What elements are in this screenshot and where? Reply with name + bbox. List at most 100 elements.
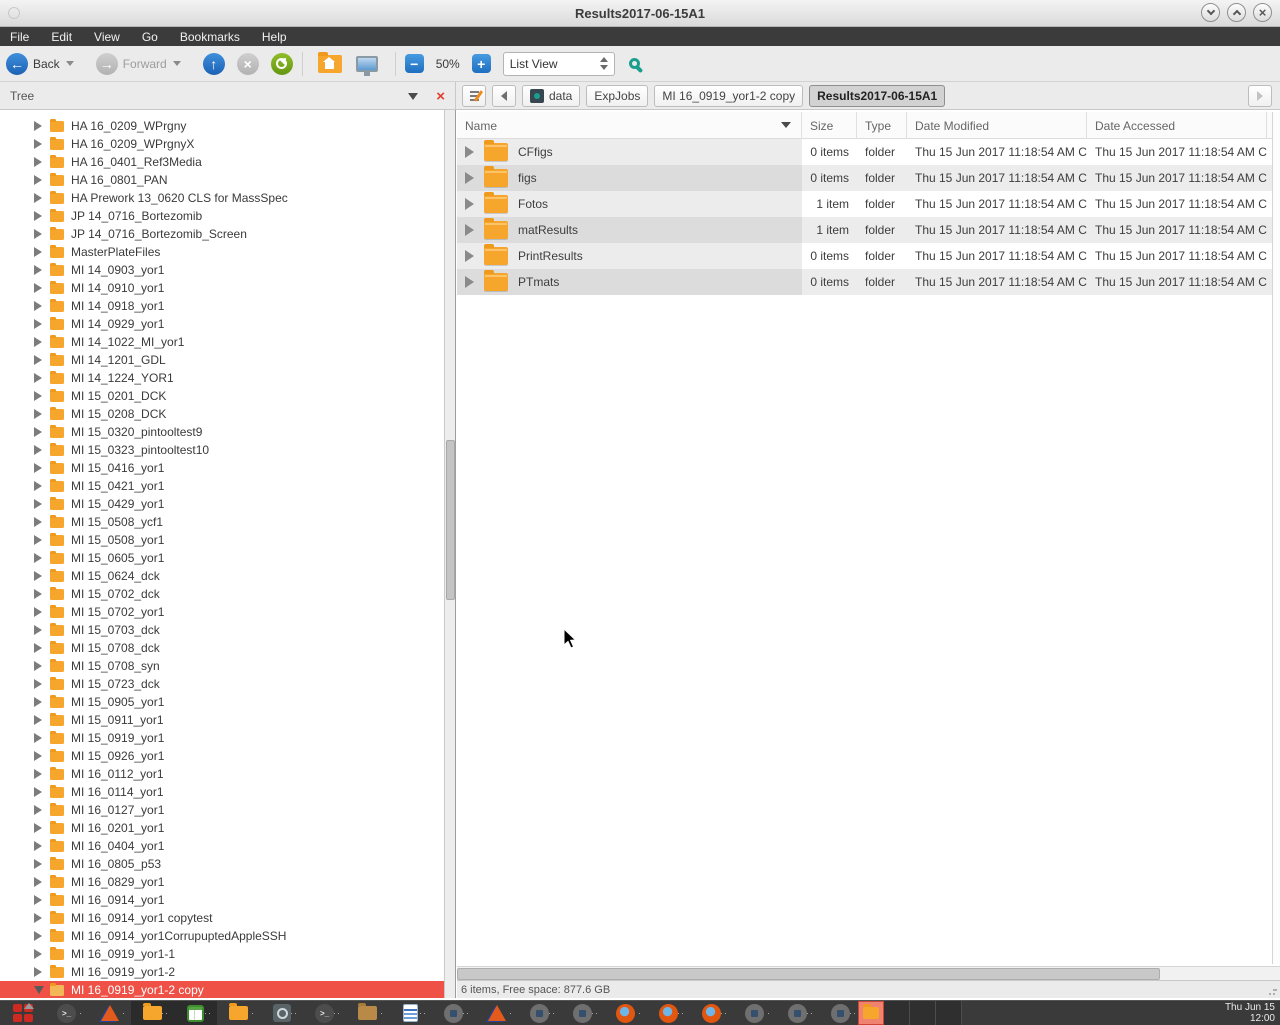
tree-item[interactable]: MI 14_0910_yor1 bbox=[0, 279, 445, 297]
tree-item[interactable]: MI 16_0114_yor1 bbox=[0, 783, 445, 801]
expander-closed-icon[interactable] bbox=[34, 697, 42, 707]
window-close-button[interactable]: × bbox=[1253, 3, 1272, 22]
forward-button[interactable]: → bbox=[96, 53, 118, 75]
workspace-cell[interactable] bbox=[910, 1001, 936, 1025]
expander-closed-icon[interactable] bbox=[465, 276, 474, 288]
expander-closed-icon[interactable] bbox=[465, 224, 474, 236]
path-scroll-right-button[interactable] bbox=[1248, 85, 1272, 107]
expander-closed-icon[interactable] bbox=[34, 805, 42, 815]
taskbar-item[interactable]: · bbox=[88, 1001, 131, 1025]
expander-closed-icon[interactable] bbox=[34, 553, 42, 563]
tree-item[interactable]: MI 15_0508_yor1 bbox=[0, 531, 445, 549]
home-button[interactable] bbox=[318, 55, 342, 73]
taskbar-clock[interactable]: Thu Jun 15 12:00 bbox=[1225, 1002, 1275, 1024]
column-header-size[interactable]: Size bbox=[802, 112, 857, 139]
expander-closed-icon[interactable] bbox=[34, 337, 42, 347]
expander-closed-icon[interactable] bbox=[34, 409, 42, 419]
expander-closed-icon[interactable] bbox=[34, 229, 42, 239]
file-list-vertical-scrollbar[interactable] bbox=[1272, 112, 1280, 964]
tree-item[interactable]: MI 15_0723_dck bbox=[0, 675, 445, 693]
tree-item[interactable]: MI 16_0914_yor1CorrupuptedAppleSSH bbox=[0, 927, 445, 945]
cancel-button[interactable]: × bbox=[237, 53, 259, 75]
expander-closed-icon[interactable] bbox=[34, 859, 42, 869]
expander-closed-icon[interactable] bbox=[34, 967, 42, 977]
back-button[interactable]: ← bbox=[6, 53, 28, 75]
expander-closed-icon[interactable] bbox=[34, 265, 42, 275]
expander-closed-icon[interactable] bbox=[34, 931, 42, 941]
expander-closed-icon[interactable] bbox=[34, 841, 42, 851]
tree-item[interactable]: HA 16_0801_PAN bbox=[0, 171, 445, 189]
workspace-cell[interactable] bbox=[858, 1001, 884, 1025]
taskbar-item[interactable]: ·· bbox=[518, 1001, 561, 1025]
refresh-button[interactable] bbox=[271, 53, 293, 75]
tree-item[interactable]: MI 14_0929_yor1 bbox=[0, 315, 445, 333]
taskbar-item[interactable]: ·· bbox=[690, 1001, 733, 1025]
expander-closed-icon[interactable] bbox=[34, 373, 42, 383]
back-label[interactable]: Back bbox=[33, 57, 60, 71]
column-header-type[interactable]: Type bbox=[857, 112, 907, 139]
window-menu-icon[interactable] bbox=[8, 7, 20, 19]
expander-closed-icon[interactable] bbox=[34, 823, 42, 833]
expander-closed-icon[interactable] bbox=[34, 139, 42, 149]
taskbar-item[interactable]: ·· bbox=[561, 1001, 604, 1025]
expander-closed-icon[interactable] bbox=[34, 481, 42, 491]
expander-closed-icon[interactable] bbox=[34, 949, 42, 959]
expander-closed-icon[interactable] bbox=[34, 715, 42, 725]
taskbar-item[interactable]: ·· bbox=[819, 1001, 862, 1025]
expander-closed-icon[interactable] bbox=[34, 535, 42, 545]
expander-closed-icon[interactable] bbox=[34, 121, 42, 131]
taskbar-item[interactable]: ·· bbox=[432, 1001, 475, 1025]
path-segment-button[interactable]: Results2017-06-15A1 bbox=[809, 85, 945, 107]
file-row[interactable]: PTmats0 itemsfolderThu 15 Jun 2017 11:18… bbox=[457, 269, 1280, 295]
zoom-out-button[interactable]: − bbox=[405, 54, 424, 73]
search-button[interactable] bbox=[629, 58, 640, 69]
expander-closed-icon[interactable] bbox=[34, 283, 42, 293]
expander-closed-icon[interactable] bbox=[34, 157, 42, 167]
sort-descending-icon[interactable] bbox=[781, 122, 791, 128]
tree-item[interactable]: MI 16_0201_yor1 bbox=[0, 819, 445, 837]
menu-edit[interactable]: Edit bbox=[51, 30, 72, 44]
window-shade-button[interactable] bbox=[1201, 3, 1220, 22]
expander-closed-icon[interactable] bbox=[34, 625, 42, 635]
tree-item[interactable]: MI 16_0914_yor1 bbox=[0, 891, 445, 909]
tree-item[interactable]: MI 15_0605_yor1 bbox=[0, 549, 445, 567]
menu-help[interactable]: Help bbox=[262, 30, 287, 44]
tree-item[interactable]: MI 15_0702_yor1 bbox=[0, 603, 445, 621]
expander-closed-icon[interactable] bbox=[34, 427, 42, 437]
expander-closed-icon[interactable] bbox=[465, 198, 474, 210]
file-list-horizontal-scrollbar[interactable] bbox=[457, 966, 1280, 980]
workspace-cell[interactable] bbox=[884, 1001, 910, 1025]
menu-bookmarks[interactable]: Bookmarks bbox=[180, 30, 240, 44]
expander-open-icon[interactable] bbox=[34, 986, 44, 994]
forward-label[interactable]: Forward bbox=[123, 57, 167, 71]
tree-item[interactable]: MI 15_0323_pintooltest10 bbox=[0, 441, 445, 459]
taskbar-item[interactable]: ·· bbox=[131, 1001, 174, 1025]
expander-closed-icon[interactable] bbox=[34, 661, 42, 671]
file-row[interactable]: matResults1 itemfolderThu 15 Jun 2017 11… bbox=[457, 217, 1280, 243]
tree-item[interactable]: MI 16_0919_yor1-2 copy bbox=[0, 981, 445, 998]
tree-item[interactable]: MI 16_0805_p53 bbox=[0, 855, 445, 873]
tree-item[interactable]: MI 15_0429_yor1 bbox=[0, 495, 445, 513]
tree-item[interactable]: JP 14_0716_Bortezomib bbox=[0, 207, 445, 225]
expander-closed-icon[interactable] bbox=[465, 146, 474, 158]
expander-closed-icon[interactable] bbox=[34, 895, 42, 905]
expander-closed-icon[interactable] bbox=[34, 445, 42, 455]
expander-closed-icon[interactable] bbox=[34, 679, 42, 689]
taskbar-item[interactable]: · bbox=[217, 1001, 260, 1025]
expander-closed-icon[interactable] bbox=[34, 643, 42, 653]
path-scroll-left-button[interactable] bbox=[492, 85, 516, 107]
taskbar-item[interactable]: ·· bbox=[174, 1001, 217, 1025]
path-segment-button[interactable]: ExpJobs bbox=[586, 85, 648, 107]
tree-item[interactable]: MI 14_0903_yor1 bbox=[0, 261, 445, 279]
tree-item[interactable]: HA Prework 13_0620 CLS for MassSpec bbox=[0, 189, 445, 207]
up-button[interactable]: ↑ bbox=[203, 53, 225, 75]
window-maximize-button[interactable] bbox=[1227, 3, 1246, 22]
tree-item[interactable]: MasterPlateFiles bbox=[0, 243, 445, 261]
zoom-in-button[interactable]: + bbox=[472, 54, 491, 73]
tree-scrollbar-thumb[interactable] bbox=[446, 440, 455, 600]
titlebar[interactable]: Results2017-06-15A1 × bbox=[0, 0, 1280, 27]
expander-closed-icon[interactable] bbox=[34, 211, 42, 221]
back-history-dropdown[interactable] bbox=[66, 61, 74, 66]
path-segment-button[interactable]: MI 16_0919_yor1-2 copy bbox=[654, 85, 803, 107]
tree-item[interactable]: HA 16_0209_WPrgny bbox=[0, 117, 445, 135]
